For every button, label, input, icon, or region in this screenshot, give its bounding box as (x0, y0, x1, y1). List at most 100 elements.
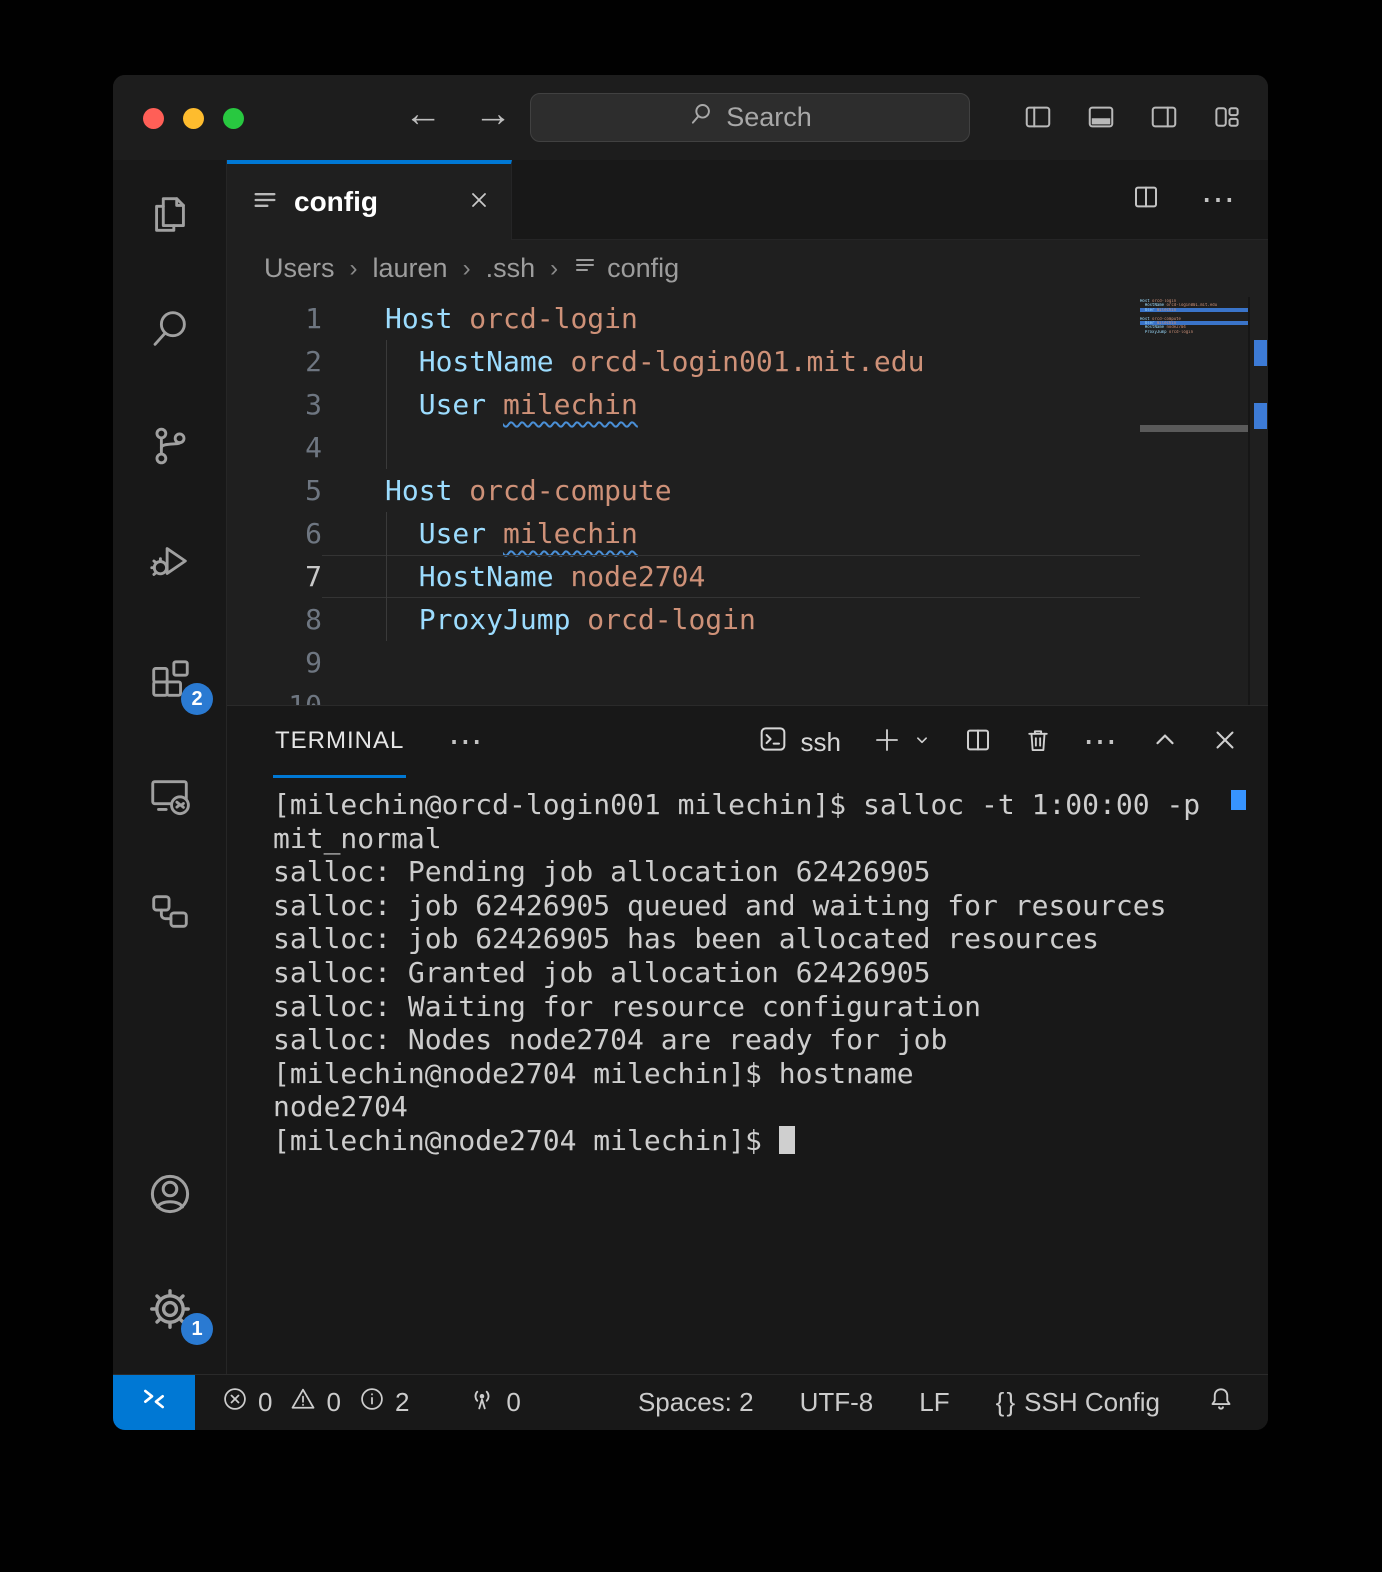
terminal-line: salloc: Granted job allocation 62426905 (273, 956, 1268, 990)
notifications-bell-icon[interactable] (1206, 1384, 1236, 1421)
settings-badge: 1 (181, 1313, 213, 1345)
close-window-button[interactable] (143, 108, 164, 129)
remote-icon (138, 1383, 170, 1422)
line-number: 3 (227, 383, 322, 426)
ports-count: 0 (506, 1387, 520, 1418)
forward-button[interactable]: → (471, 93, 515, 136)
terminal-line: [milechin@node2704 milechin]$ hostname (273, 1057, 1268, 1091)
chevron-right-icon: › (548, 255, 560, 283)
kill-terminal-trash-icon[interactable] (1023, 725, 1053, 760)
maximize-panel-chevron-up-icon[interactable] (1150, 725, 1180, 760)
debug-icon (147, 538, 193, 589)
panel-more-actions-icon[interactable]: ⋯ (1083, 725, 1120, 759)
minimap-slider[interactable] (1140, 425, 1248, 432)
terminal-icon (757, 723, 789, 762)
hierarchy-icon (147, 888, 193, 939)
more-actions-icon[interactable]: ⋯ (1201, 183, 1238, 217)
account-icon (146, 1170, 194, 1223)
indentation-indicator[interactable]: Spaces: 2 (638, 1387, 754, 1418)
terminal-line: [milechin@orcd-login001 milechin]$ sallo… (273, 788, 1268, 822)
close-tab-icon[interactable] (467, 188, 491, 217)
terminal-line: salloc: job 62426905 has been allocated … (273, 922, 1268, 956)
indent-guide (386, 426, 387, 469)
overview-ruler[interactable] (1248, 297, 1268, 705)
terminal-line: salloc: Waiting for resource configurati… (273, 990, 1268, 1024)
terminal-line: salloc: Pending job allocation 62426905 (273, 855, 1268, 889)
code-line[interactable]: 9 (227, 641, 1140, 684)
breadcrumb-item-users[interactable]: Users (264, 253, 335, 284)
remote-indicator[interactable] (113, 1375, 195, 1430)
chevron-right-icon: › (461, 255, 473, 283)
warning-count: 0 (326, 1387, 340, 1418)
code-line[interactable]: 1Host orcd-login (227, 297, 1140, 340)
error-icon (221, 1385, 249, 1420)
sidebar-item-run-debug[interactable] (113, 535, 227, 591)
split-terminal-icon[interactable] (963, 725, 993, 760)
toggle-panel-icon[interactable] (1086, 102, 1116, 132)
close-panel-icon[interactable] (1210, 725, 1240, 760)
chevron-right-icon: › (348, 255, 360, 283)
sidebar-item-extensions[interactable]: 2 (113, 653, 227, 709)
line-number: 9 (227, 641, 322, 684)
tab-terminal[interactable]: TERMINAL (273, 706, 406, 778)
braces-icon: { } (996, 1387, 1016, 1418)
sidebar-item-remote-explorer[interactable] (113, 770, 227, 826)
line-number: 8 (227, 598, 322, 641)
code-line[interactable]: 2 HostName orcd-login001.mit.edu (227, 340, 1140, 383)
minimap-content: Host orcd-login HostName orcd-login001.m… (1140, 299, 1248, 343)
problems-indicator[interactable]: 0 0 2 (221, 1385, 409, 1420)
back-button[interactable]: ← (401, 93, 445, 136)
toggle-sidebar-icon[interactable] (1023, 102, 1053, 132)
panel-header: TERMINAL ⋯ ssh (227, 706, 1268, 778)
minimize-window-button[interactable] (183, 108, 204, 129)
code-line[interactable]: 3 User milechin (227, 383, 1140, 426)
title-bar: ← → Search (113, 75, 1268, 160)
panel: TERMINAL ⋯ ssh (227, 705, 1268, 1374)
editor-pane: 1Host orcd-login2 HostName orcd-login001… (227, 297, 1268, 705)
extensions-badge: 2 (181, 683, 213, 715)
remote-explorer-icon (147, 773, 193, 824)
language-mode-indicator[interactable]: { } SSH Config (996, 1387, 1160, 1418)
encoding-indicator[interactable]: UTF-8 (800, 1387, 874, 1418)
code-line[interactable]: 7 HostName node2704 (227, 555, 1140, 598)
breadcrumb-item-lauren[interactable]: lauren (373, 253, 448, 284)
accounts-button[interactable] (113, 1168, 227, 1224)
code-line[interactable]: 8 ProxyJump orcd-login (227, 598, 1140, 641)
breadcrumb: Users › lauren › .ssh › config (227, 240, 1268, 297)
split-editor-icon[interactable] (1131, 182, 1161, 217)
toggle-secondary-sidebar-icon[interactable] (1149, 102, 1179, 132)
search-icon (688, 101, 714, 134)
code-line[interactable]: 4 (227, 426, 1140, 469)
terminal-instance-ssh[interactable]: ssh (757, 723, 841, 762)
line-number: 4 (227, 426, 322, 469)
editor-code-lines[interactable]: 1Host orcd-login2 HostName orcd-login001… (227, 297, 1140, 705)
terminal-profile-chevron-down-icon[interactable] (911, 729, 933, 756)
breadcrumb-item-ssh[interactable]: .ssh (486, 253, 536, 284)
sidebar-item-search[interactable] (113, 303, 227, 359)
overview-marker (1254, 340, 1267, 366)
indent-guide (386, 555, 387, 598)
eol-indicator[interactable]: LF (919, 1387, 949, 1418)
customize-layout-icon[interactable] (1212, 102, 1242, 132)
ports-indicator[interactable]: 0 (467, 1384, 520, 1421)
zoom-window-button[interactable] (223, 108, 244, 129)
info-count: 2 (395, 1387, 409, 1418)
minimap[interactable]: Host orcd-login HostName orcd-login001.m… (1140, 297, 1248, 705)
terminal-output[interactable]: [milechin@orcd-login001 milechin]$ sallo… (227, 778, 1268, 1374)
sidebar-item-hierarchy[interactable] (113, 885, 227, 941)
search-icon (147, 306, 193, 357)
terminal-line: mit_normal (273, 822, 1268, 856)
code-line[interactable]: 10 (227, 684, 1140, 705)
code-line[interactable]: 6 User milechin (227, 512, 1140, 555)
new-terminal-icon[interactable] (871, 724, 903, 761)
tab-config[interactable]: config (227, 160, 512, 240)
traffic-lights (143, 108, 244, 129)
breadcrumb-item-file[interactable]: config (573, 253, 679, 284)
sidebar-item-source-control[interactable] (113, 420, 227, 476)
terminal-shell-label: ssh (801, 727, 841, 758)
command-center-search[interactable]: Search (530, 93, 970, 142)
code-line[interactable]: 5Host orcd-compute (227, 469, 1140, 512)
panel-more-tabs-icon[interactable]: ⋯ (448, 725, 485, 759)
settings-button[interactable]: 1 (113, 1283, 227, 1339)
sidebar-item-explorer[interactable] (113, 188, 227, 244)
